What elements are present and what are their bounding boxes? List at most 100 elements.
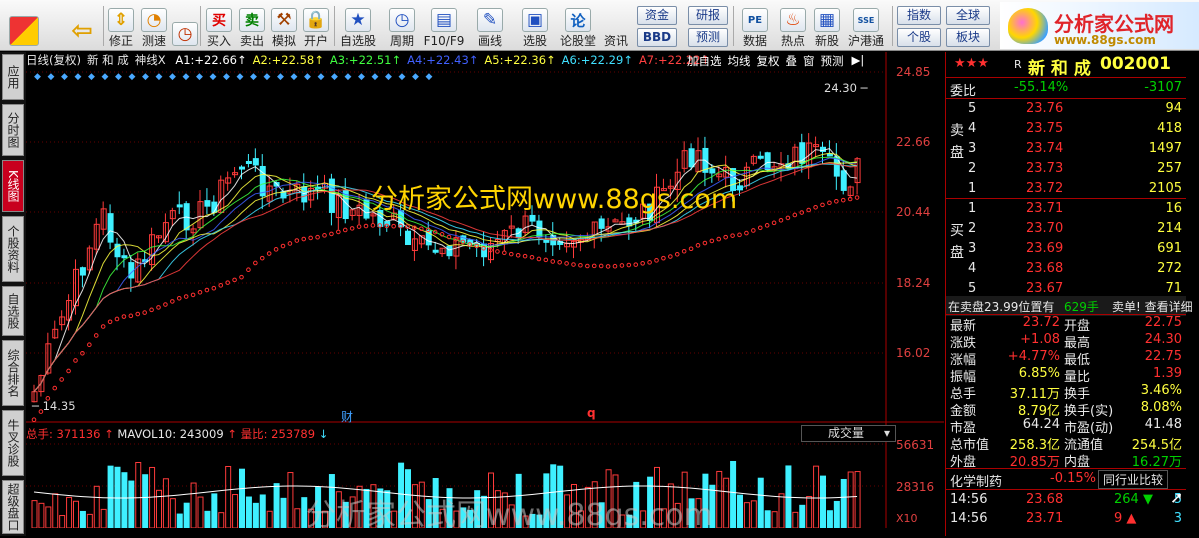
sell-order-row[interactable]: 2 23.73 257 (946, 159, 1186, 179)
marker-diamond: ◆ (318, 72, 325, 82)
tab-intraday[interactable]: 分时图 (2, 104, 24, 156)
indicator-name[interactable]: 神线X (135, 53, 166, 67)
volume-bar (245, 496, 252, 528)
window-button[interactable]: 窗 (803, 53, 815, 68)
sell-order-row[interactable]: 1 23.72 2105 (946, 179, 1186, 199)
volume-bar (169, 498, 176, 528)
volume-bar (66, 496, 73, 528)
hot-button[interactable]: ♨ 热点 (776, 4, 810, 48)
research-button[interactable]: 研报 (688, 6, 728, 25)
sar-dot (716, 236, 722, 242)
q-marker[interactable]: q (587, 406, 596, 420)
stat-value: 3.46% (1140, 383, 1182, 398)
sar-dot (52, 385, 58, 391)
stat-value: 23.72 (1022, 315, 1060, 330)
notice-detail-link[interactable]: 卖单! 查看详细 (1112, 298, 1193, 315)
sar-dot (598, 263, 604, 269)
sar-dot (529, 254, 535, 260)
stat-row: 总手 37.11万 换手 3.46% (946, 383, 1186, 402)
candle-body (840, 170, 847, 191)
adjust-button[interactable]: 复权 (757, 53, 780, 68)
sar-dot (170, 299, 175, 304)
sell-order-row[interactable]: 4 23.75 418 (946, 119, 1186, 139)
watchlist-button[interactable]: ★ 自选股 (336, 4, 380, 48)
sector-button[interactable]: 板块 (946, 28, 990, 47)
forecast-chart-button[interactable]: 预测 (821, 53, 844, 68)
speed-test-button[interactable]: ◔ 测速 (137, 4, 171, 48)
tab-watchlist[interactable]: 自选股 (2, 286, 24, 336)
tab-diagnosis[interactable]: 牛叉诊股 (2, 410, 24, 476)
tab-stock-info[interactable]: 个股资料 (2, 216, 24, 282)
buy-button[interactable]: 买 买入 (203, 4, 235, 48)
bbd-button[interactable]: BBD (637, 28, 677, 47)
back-button[interactable]: ⇦ (62, 4, 102, 48)
simulate-button[interactable]: ⚒ 模拟 (268, 4, 300, 48)
open-account-button[interactable]: 🔒 开户 (300, 4, 332, 48)
data-button[interactable]: PE 数据 (738, 4, 772, 48)
marker-diamond: ◆ (142, 72, 149, 82)
expand-panel-icon[interactable]: ▶| (852, 53, 865, 68)
fix-button[interactable]: ⇕ 修正 (104, 4, 138, 48)
buy-order-row[interactable]: 1 23.71 16 (946, 199, 1186, 219)
sell-order-row[interactable]: 3 23.74 1497 (946, 139, 1186, 159)
draw-line-button[interactable]: ✎ 画线 (470, 4, 510, 48)
volume-indicator-select[interactable]: 成交量 ▾ (801, 425, 896, 442)
new-stock-button[interactable]: ▦ 新股 (810, 4, 844, 48)
sell-order-row[interactable]: 5 23.76 94 (946, 99, 1186, 119)
logo-url: www.88gs.com (1054, 33, 1156, 47)
stock-select-button[interactable]: ▣ 选股 (515, 4, 555, 48)
candle-body (107, 213, 114, 243)
add-watchlist-button[interactable]: 加自选 (687, 53, 722, 68)
single-stock-button[interactable]: 个股 (897, 28, 941, 47)
weibi-label: 委比 (950, 84, 977, 99)
hk-connect-button[interactable]: SSE 沪港通 (845, 4, 887, 48)
price-tick: 22.66 (896, 135, 931, 149)
tab-kline[interactable]: K线图 (2, 160, 24, 212)
sar-dots (31, 195, 860, 423)
tab-apps[interactable]: 应用 (2, 54, 24, 100)
sar-dot (702, 240, 708, 246)
overlay-button[interactable]: 叠 (786, 53, 798, 68)
f10-button[interactable]: ▤ F10/F9 (422, 4, 466, 48)
buy-order-row[interactable]: 4 23.68 272 (946, 259, 1186, 279)
kline-chart[interactable]: ◆ ◆ ◆ ◆ ◆ ◆ ◆ ◆ ◆ ◆ ◆ ◆ ◆ ◆ ◆ ◆ ◆ ◆ ◆ ◆ ◆ ◆ ◆ ◆ ◆ ◆ ◆ ◆ ◆ ◆ 日线(复权) 新 和… (26, 52, 944, 528)
global-button[interactable]: 全球 (946, 6, 990, 25)
sar-dot (723, 234, 728, 240)
sar-dot (695, 243, 701, 248)
watchlist-label: 自选股 (339, 34, 376, 48)
volume-header: 总手: 371136 ↑ MAVOL10: 243009 ↑ 量比: 25378… (26, 427, 329, 441)
price: 23.67 (1026, 281, 1064, 296)
sar-dot (612, 263, 618, 269)
hammer-icon: ⚒ (271, 8, 297, 32)
marker-diamond: ◆ (264, 72, 271, 82)
tab-ranking[interactable]: 综合排名 (2, 340, 24, 406)
sar-dot (557, 260, 562, 265)
sar-dot (522, 253, 528, 259)
sell-button[interactable]: 卖 卖出 (236, 4, 268, 48)
fund-button[interactable]: 资金 (637, 6, 677, 25)
sar-dot (93, 333, 99, 338)
stock-title-row: ★★★ R 新 和 成 002001 (946, 54, 1186, 79)
big-order-notice[interactable]: 在卖盘23.99位置有 629手 卖单! 查看详细 (946, 296, 1193, 316)
sar-dot (204, 287, 210, 293)
period-label[interactable]: 日线(复权) (26, 53, 81, 67)
buy-order-row[interactable]: 2 23.70 214 (946, 219, 1186, 239)
clock-button[interactable]: ◷ (168, 4, 202, 48)
finance-marker[interactable]: 财 (341, 408, 353, 425)
sar-dot (114, 316, 120, 322)
volume-bar (778, 493, 785, 528)
ma-value-4: A4:+22.43↑ (407, 53, 479, 67)
period-button[interactable]: ◷ 周期 (382, 4, 422, 48)
buy-order-row[interactable]: 3 23.69 691 (946, 239, 1186, 259)
volume: 94 (1165, 101, 1182, 116)
stock-select-label: 选股 (522, 34, 547, 48)
forum-button[interactable]: 论 论股堂 (558, 4, 598, 48)
tab-super-quote[interactable]: 超级盘口 (2, 480, 24, 534)
forecast-button[interactable]: 预测 (688, 28, 728, 47)
index-button[interactable]: 指数 (897, 6, 941, 25)
ma-button[interactable]: 均线 (728, 53, 751, 68)
home-button[interactable] (4, 4, 44, 48)
level: 4 (968, 121, 977, 136)
news-button[interactable]: 资讯 (600, 4, 632, 48)
industry-compare-button[interactable]: 同行业比较 (1098, 470, 1169, 489)
